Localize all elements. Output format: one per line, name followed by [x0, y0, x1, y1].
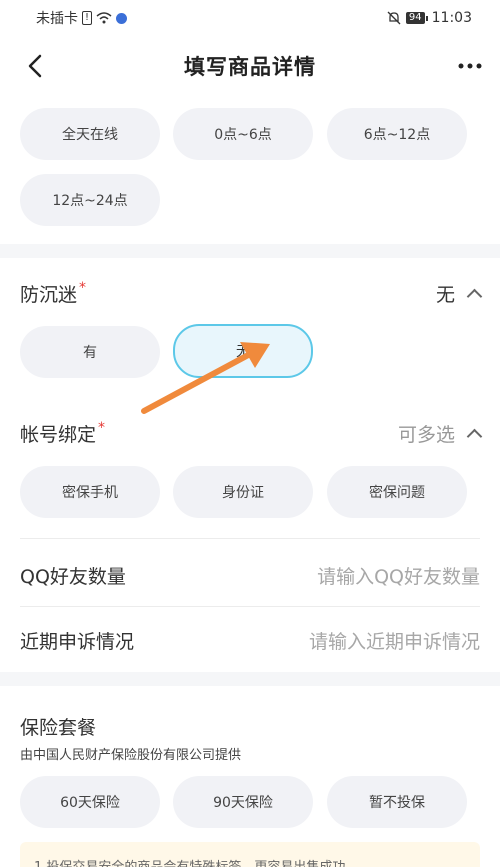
qq-friends-input[interactable]: 请输入QQ好友数量	[317, 562, 480, 589]
complaints-input[interactable]: 请输入近期申诉情况	[309, 627, 480, 654]
anti-addiction-label-text: 防沉迷	[20, 284, 78, 306]
nav-bar: 填写商品详情	[0, 36, 500, 96]
row-divider	[20, 606, 480, 607]
section-divider	[0, 672, 500, 686]
clock: 11:03	[431, 10, 472, 26]
app-notification-icon	[116, 12, 128, 24]
more-dots-icon	[458, 63, 482, 69]
anti-addiction-label: 防沉迷 *	[20, 280, 86, 307]
mute-bell-icon	[387, 11, 401, 25]
qq-friends-label: QQ好友数量	[20, 566, 126, 588]
battery-level: 94	[405, 12, 425, 24]
battery-icon: 94	[405, 12, 428, 24]
account-binding-option[interactable]: 密保手机	[20, 466, 160, 518]
sim-status: 未插卡	[36, 11, 78, 27]
status-right: 94 11:03	[386, 10, 472, 26]
complaints-label: 近期申诉情况	[20, 631, 135, 653]
account-binding-option[interactable]: 密保问题	[327, 466, 467, 518]
online-time-option[interactable]: 12点~24点	[20, 174, 160, 226]
insurance-notice: 1.投保交易安全的商品会有特殊标签，更容易出售成功	[20, 842, 480, 867]
status-left: 未插卡 !	[36, 8, 128, 28]
anti-addiction-option-no[interactable]: 无	[173, 324, 313, 378]
account-binding-option[interactable]: 身份证	[173, 466, 313, 518]
account-binding-label: 帐号绑定 *	[20, 420, 105, 447]
back-chevron-icon	[28, 54, 42, 78]
account-binding-label-text: 帐号绑定	[20, 424, 97, 446]
page-title: 填写商品详情	[184, 55, 316, 79]
chevron-up-icon	[466, 288, 483, 305]
insurance-title: 保险套餐	[20, 717, 97, 739]
back-button[interactable]	[20, 50, 50, 82]
account-binding-hint: 可多选	[397, 424, 455, 446]
insurance-option[interactable]: 90天保险	[173, 776, 313, 828]
required-mark: *	[79, 280, 87, 296]
sim-icon: !	[82, 11, 93, 25]
account-binding-toggle[interactable]: 可多选	[397, 420, 483, 447]
insurance-subtitle: 由中国人民财产保险股份有限公司提供	[20, 748, 242, 763]
anti-addiction-option-yes[interactable]: 有	[20, 326, 160, 378]
more-menu-button[interactable]	[454, 52, 486, 80]
online-time-option[interactable]: 6点~12点	[327, 108, 467, 160]
row-divider	[20, 538, 480, 539]
insurance-option[interactable]: 60天保险	[20, 776, 160, 828]
chevron-up-icon	[466, 428, 483, 445]
status-bar: 未插卡 ! 94 11:03	[0, 0, 500, 36]
wifi-icon	[96, 12, 112, 24]
online-time-option[interactable]: 全天在线	[20, 108, 160, 160]
online-time-option[interactable]: 0点~6点	[173, 108, 313, 160]
insurance-option[interactable]: 暂不投保	[327, 776, 467, 828]
anti-addiction-toggle[interactable]: 无	[435, 280, 483, 307]
section-divider	[0, 244, 500, 258]
required-mark: *	[98, 420, 106, 436]
anti-addiction-value: 无	[435, 284, 455, 306]
